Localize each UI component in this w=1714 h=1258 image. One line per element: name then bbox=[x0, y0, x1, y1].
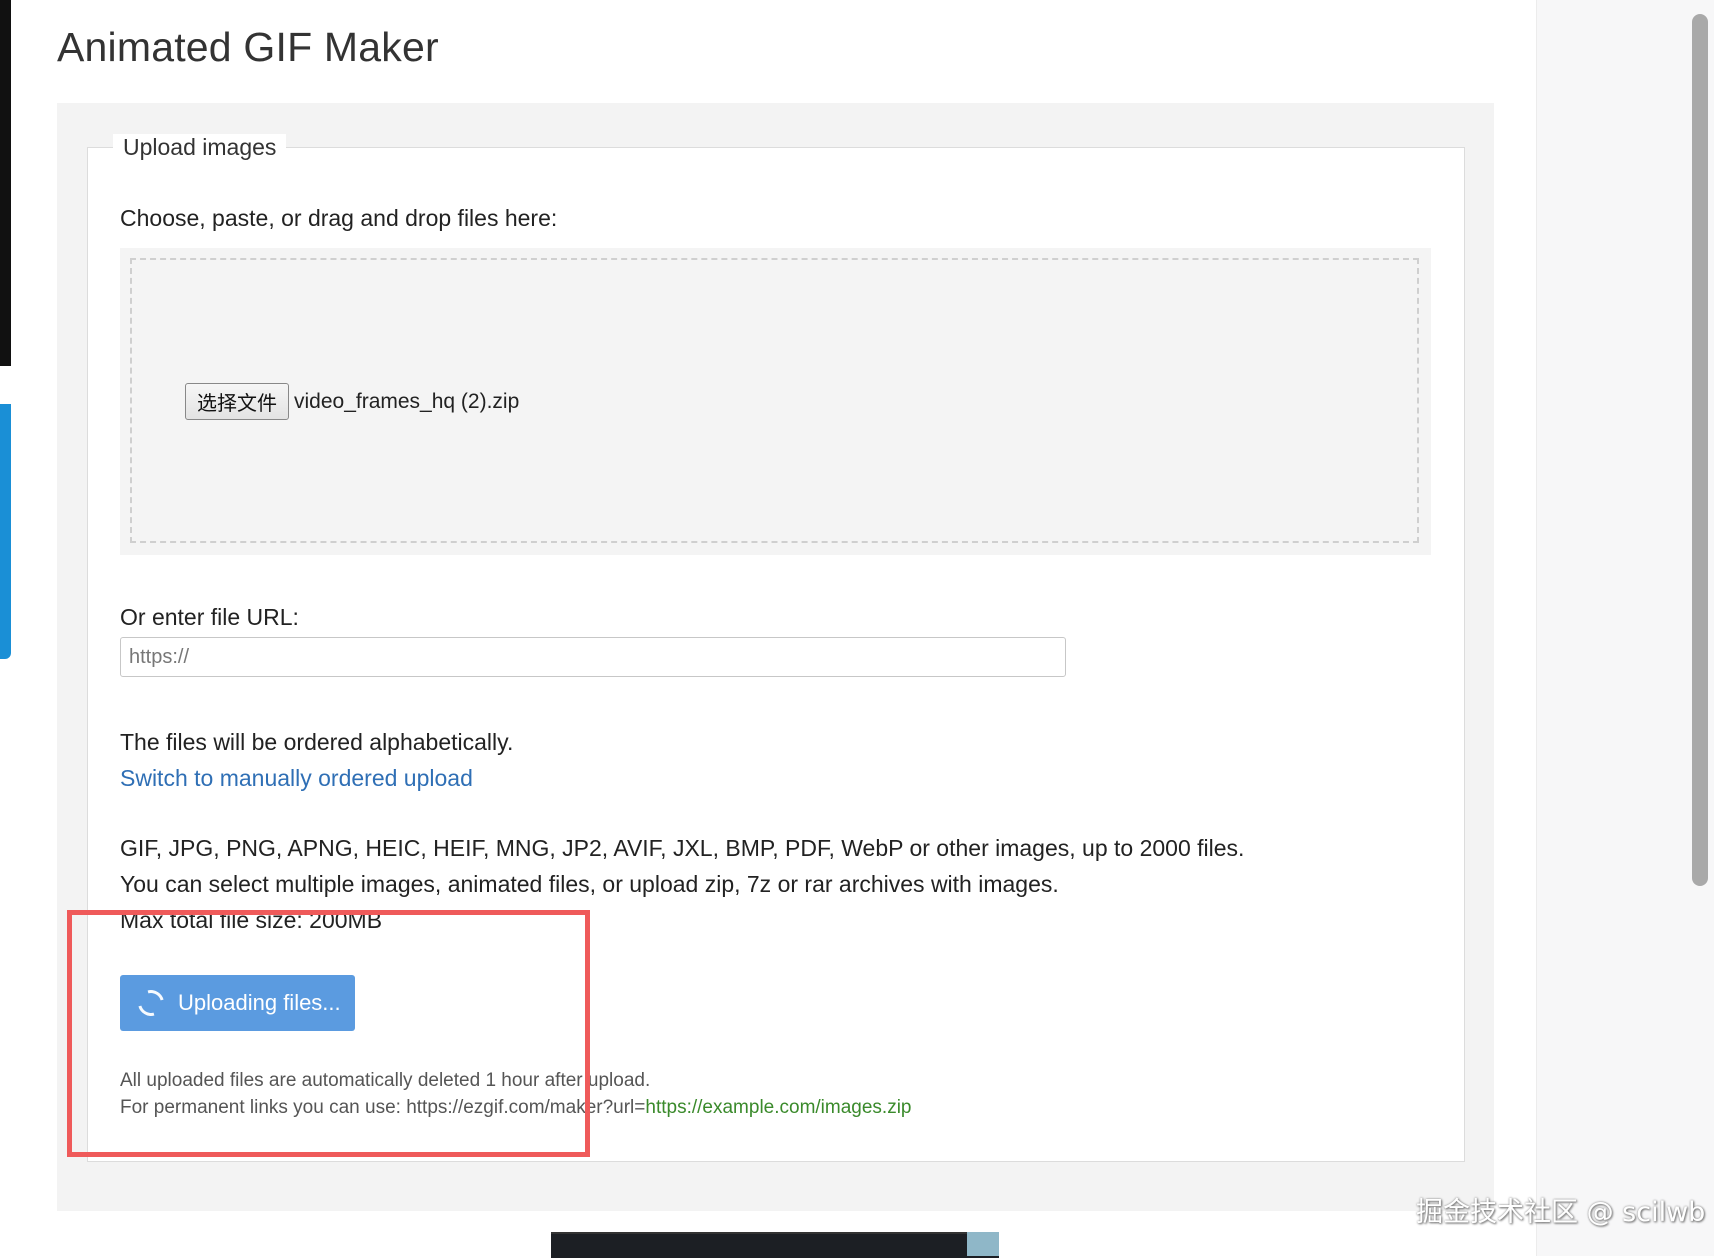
watermark: 掘金技术社区 @ scilwb bbox=[1416, 1197, 1706, 1228]
choose-file-button[interactable]: 选择文件 bbox=[185, 383, 289, 420]
scrollbar-thumb[interactable] bbox=[1692, 14, 1708, 886]
manual-order-link[interactable]: Switch to manually ordered upload bbox=[120, 765, 473, 792]
permalink-example-link[interactable]: https://example.com/images.zip bbox=[645, 1097, 911, 1118]
right-gutter bbox=[1536, 0, 1714, 1256]
url-label: Or enter file URL: bbox=[120, 604, 299, 630]
max-size-info: Max total file size: 200MB bbox=[120, 907, 383, 933]
formats-info: GIF, JPG, PNG, APNG, HEIC, HEIF, MNG, JP… bbox=[120, 835, 1245, 861]
choose-files-label: Choose, paste, or drag and drop files he… bbox=[120, 205, 558, 231]
upload-button-label: Uploading files... bbox=[178, 990, 341, 1015]
permalink-note: For permanent links you can use: https:/… bbox=[120, 1097, 912, 1119]
page-title: Animated GIF Maker bbox=[57, 24, 439, 70]
upload-button[interactable]: Uploading files... bbox=[120, 975, 355, 1031]
spinner-icon bbox=[133, 985, 169, 1021]
selected-file-name: video_frames_hq (2).zip bbox=[294, 390, 520, 413]
multiple-files-info: You can select multiple images, animated… bbox=[120, 871, 1059, 897]
left-window-edge-accent bbox=[0, 404, 11, 659]
file-url-input[interactable] bbox=[120, 637, 1066, 677]
preview-thumbnail-edge bbox=[967, 1232, 999, 1256]
deletion-note: All uploaded files are automatically del… bbox=[120, 1070, 651, 1091]
left-window-edge bbox=[0, 0, 11, 366]
upload-legend: Upload images bbox=[113, 134, 287, 161]
preview-thumbnail bbox=[551, 1232, 999, 1258]
permalink-prefix: For permanent links you can use: https:/… bbox=[120, 1097, 646, 1118]
order-text: The files will be ordered alphabetically… bbox=[120, 729, 514, 755]
